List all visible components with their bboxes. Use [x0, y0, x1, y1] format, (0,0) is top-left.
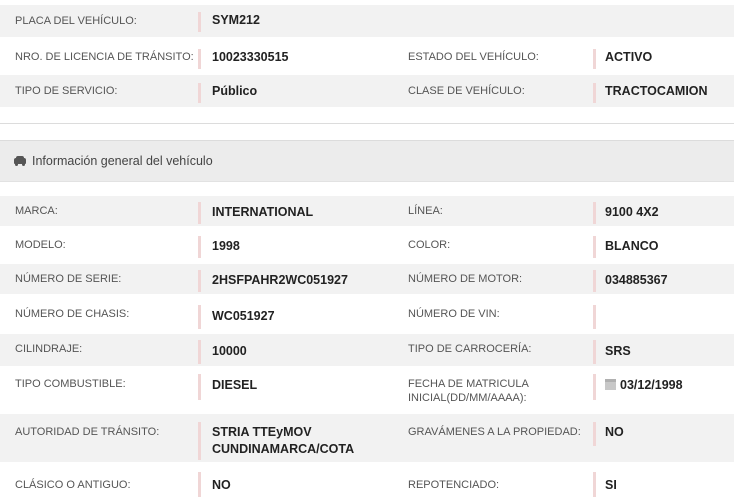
modelo-label: MODELO: — [15, 239, 66, 251]
vin-label: NÚMERO DE VIN: — [408, 308, 500, 320]
servicio-label: TIPO DE SERVICIO: — [15, 85, 118, 97]
licencia-value: 10023330515 — [198, 49, 388, 69]
detail-row-serie: NÚMERO DE SERIE: 2HSFPAHR2WC051927 NÚMER… — [0, 264, 734, 294]
autoridad-label: AUTORIDAD DE TRÁNSITO: — [15, 426, 160, 438]
color-label: COLOR: — [408, 239, 451, 251]
autoridad-value-line2: CUNDINAMARCA/COTA — [212, 442, 355, 456]
divider — [0, 123, 734, 124]
autoridad-value: STRIA TTEyMOV CUNDINAMARCA/COTA — [198, 422, 388, 460]
calendar-icon — [605, 379, 616, 390]
licencia-row: NRO. DE LICENCIA DE TRÁNSITO: 1002333051… — [0, 41, 734, 73]
detail-row-autoridad: AUTORIDAD DE TRÁNSITO: STRIA TTEyMOV CUN… — [0, 414, 734, 462]
carroceria-label: TIPO DE CARROCERÍA: — [408, 343, 532, 355]
placa-row: PLACA DEL VEHÍCULO: SYM212 — [0, 5, 734, 37]
repotenciado-label: REPOTENCIADO: — [408, 479, 500, 491]
repotenciado-value: SI — [593, 472, 734, 497]
detail-row-marca: MARCA: INTERNATIONAL LÍNEA: 9100 4X2 — [0, 196, 734, 226]
motor-label: NÚMERO DE MOTOR: — [408, 273, 523, 285]
serie-value: 2HSFPAHR2WC051927 — [198, 270, 388, 292]
fecha-value: 03/12/1998 — [620, 378, 683, 392]
estado-value: ACTIVO — [593, 49, 734, 69]
clase-label: CLASE DE VEHÍCULO: — [408, 85, 525, 97]
fecha-label-line1: FECHA DE MATRICULA — [408, 378, 529, 390]
combustible-label: TIPO COMBUSTIBLE: — [15, 378, 126, 390]
cilindraje-value: 10000 — [198, 340, 388, 364]
clasico-value: NO — [198, 472, 388, 497]
servicio-value: Público — [198, 83, 388, 103]
vin-value — [593, 305, 734, 329]
motor-value: 034885367 — [593, 270, 734, 292]
detail-row-combustible: TIPO COMBUSTIBLE: DIESEL FECHA DE MATRIC… — [0, 370, 734, 410]
fecha-value-wrap: 03/12/1998 — [593, 374, 734, 400]
color-value: BLANCO — [593, 236, 734, 258]
servicio-row: TIPO DE SERVICIO: Público CLASE DE VEHÍC… — [0, 75, 734, 107]
detail-row-chasis: NÚMERO DE CHASIS: WC051927 NÚMERO DE VIN… — [0, 298, 734, 330]
modelo-value: 1998 — [198, 236, 388, 258]
marca-label: MARCA: — [15, 205, 58, 217]
estado-label: ESTADO DEL VEHÍCULO: — [408, 51, 539, 63]
chasis-value: WC051927 — [198, 305, 388, 329]
autoridad-value-line1: STRIA TTEyMOV — [212, 425, 312, 439]
clase-value: TRACTOCAMION — [593, 83, 734, 103]
section-title: Información general del vehículo — [32, 154, 213, 168]
fecha-label: FECHA DE MATRICULA INICIAL(DD/MM/AAAA): — [408, 377, 593, 405]
serie-label: NÚMERO DE SERIE: — [15, 273, 122, 285]
linea-value: 9100 4X2 — [593, 202, 734, 224]
licencia-label: NRO. DE LICENCIA DE TRÁNSITO: — [15, 51, 194, 63]
chasis-label: NÚMERO DE CHASIS: — [15, 308, 130, 320]
detail-row-clasico: CLÁSICO O ANTIGUO: NO REPOTENCIADO: SI — [0, 468, 734, 497]
carroceria-value: SRS — [593, 340, 734, 364]
marca-value: INTERNATIONAL — [198, 202, 388, 224]
combustible-value: DIESEL — [198, 374, 388, 400]
clasico-label: CLÁSICO O ANTIGUO: — [15, 479, 131, 491]
gravamenes-label: GRAVÁMENES A LA PROPIEDAD: — [408, 426, 581, 438]
placa-value: SYM212 — [198, 12, 388, 32]
car-icon — [14, 156, 26, 166]
detail-row-cilindraje: CILINDRAJE: 10000 TIPO DE CARROCERÍA: SR… — [0, 334, 734, 366]
placa-label: PLACA DEL VEHÍCULO: — [15, 15, 137, 27]
section-header: Información general del vehículo — [0, 140, 734, 182]
fecha-label-line2: INICIAL(DD/MM/AAAA): — [408, 392, 527, 404]
cilindraje-label: CILINDRAJE: — [15, 343, 83, 355]
detail-row-modelo: MODELO: 1998 COLOR: BLANCO — [0, 230, 734, 260]
linea-label: LÍNEA: — [408, 205, 443, 217]
gravamenes-value: NO — [593, 422, 734, 446]
